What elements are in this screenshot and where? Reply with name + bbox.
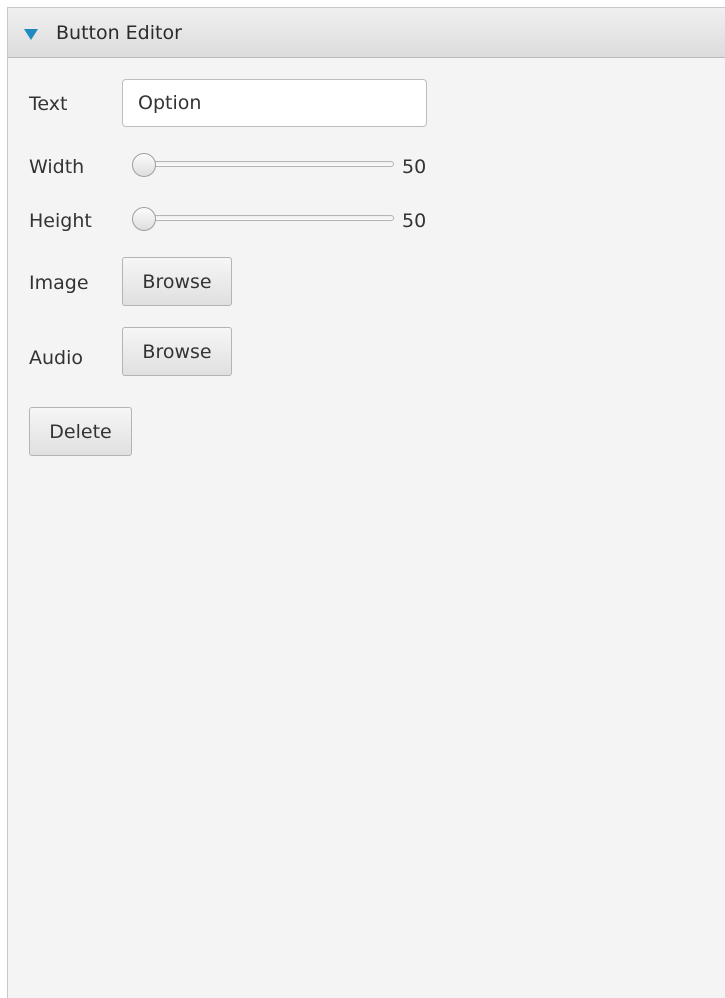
button-editor-panel: Button Editor Text Width 50 Height 50 Im… bbox=[7, 7, 725, 998]
height-label: Height bbox=[29, 210, 92, 232]
panel-titlebar[interactable]: Button Editor bbox=[8, 8, 725, 58]
audio-browse-button[interactable]: Browse bbox=[122, 327, 232, 376]
width-label: Width bbox=[29, 156, 85, 178]
audio-label: Audio bbox=[29, 347, 84, 369]
width-value: 50 bbox=[402, 156, 427, 178]
height-slider-track[interactable] bbox=[142, 215, 394, 221]
width-slider-thumb[interactable] bbox=[132, 153, 156, 177]
image-label: Image bbox=[29, 272, 89, 294]
image-browse-button[interactable]: Browse bbox=[122, 257, 232, 306]
width-slider[interactable] bbox=[132, 153, 396, 177]
height-slider-thumb[interactable] bbox=[132, 207, 156, 231]
delete-button[interactable]: Delete bbox=[29, 407, 132, 456]
text-label: Text bbox=[29, 93, 68, 115]
triangle-down-icon[interactable] bbox=[24, 29, 38, 40]
height-value: 50 bbox=[402, 210, 427, 232]
height-slider[interactable] bbox=[132, 207, 396, 231]
text-input[interactable] bbox=[122, 79, 427, 127]
panel-title: Button Editor bbox=[56, 22, 182, 44]
width-slider-track[interactable] bbox=[142, 161, 394, 167]
